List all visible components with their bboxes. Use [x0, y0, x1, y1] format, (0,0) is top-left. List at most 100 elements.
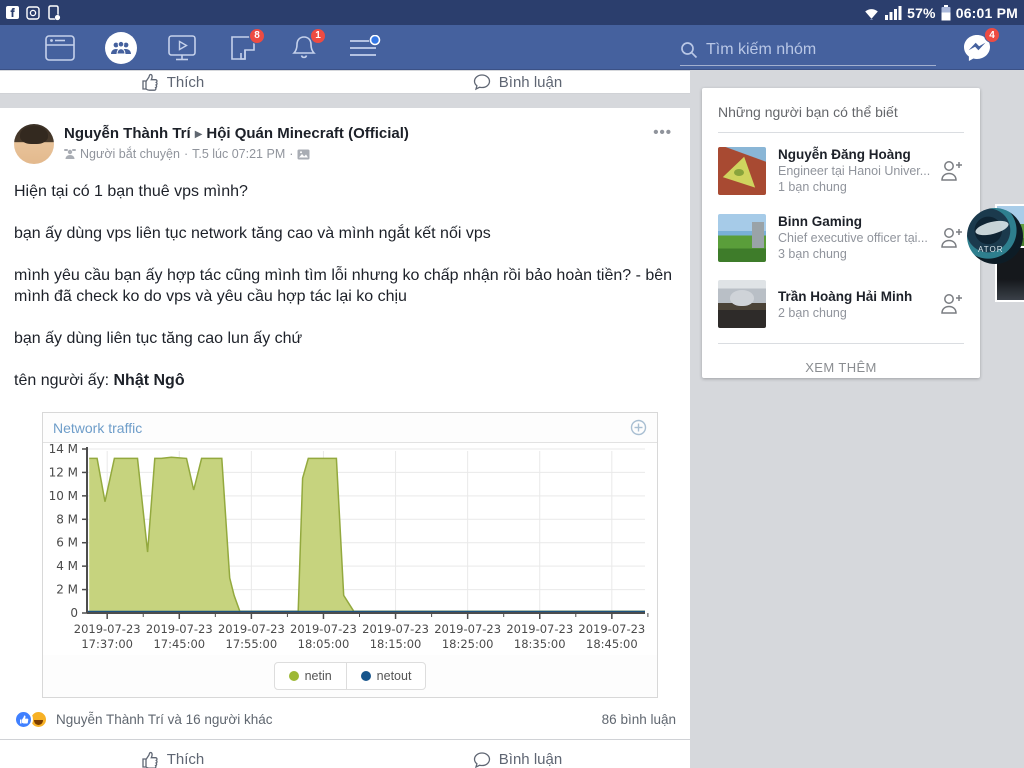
pymk-name[interactable]: Trần Hoàng Hải Minh	[778, 288, 934, 305]
svg-text:2 M: 2 M	[56, 583, 78, 597]
legend-item-netout[interactable]: netout	[345, 663, 426, 689]
post-paragraph: bạn ấy dùng liên tục tăng cao lun ấy chứ	[14, 330, 303, 347]
prev-like-button[interactable]: Thích	[0, 71, 345, 93]
svg-text:2019-07-2317:55:00: 2019-07-23 17:55:00	[218, 622, 285, 651]
photo-privacy-icon	[297, 149, 310, 160]
chart-legend: netin netout	[273, 662, 427, 690]
search-input[interactable]	[706, 40, 906, 59]
author-badge-label: Người bắt chuyện	[80, 147, 180, 161]
hamburger-menu-icon	[348, 34, 382, 61]
prev-like-label: Thích	[166, 73, 205, 91]
comment-bubble-outline-icon	[473, 73, 491, 91]
svg-text:6 M: 6 M	[56, 536, 78, 550]
feed-column: Thích Bình luận Nguyễn Thành Trí ▶ Hội Quá…	[0, 71, 690, 768]
pymk-subtitle: Engineer tại Hanoi Univer...	[778, 164, 931, 178]
pymk-name[interactable]: Binn Gaming	[778, 213, 934, 230]
svg-text:2019-07-2317:37:00: 2019-07-23 17:37:00	[74, 622, 141, 651]
screen-rotation-notification-icon	[47, 4, 61, 21]
news-feed-icon	[45, 34, 75, 61]
reaction-icons	[14, 710, 48, 729]
pymk-row[interactable]: Nguyễn Đăng Hoàng Engineer tại Hanoi Uni…	[718, 137, 964, 204]
post-title: Nguyễn Thành Trí ▶ Hội Quán Minecraft (Off…	[64, 124, 649, 144]
chart-legend-row: netin netout	[43, 655, 657, 697]
post-options-button[interactable]: •••	[649, 124, 676, 164]
prev-comment-button[interactable]: Bình luận	[345, 71, 690, 93]
screenshot-notification-icon	[26, 5, 40, 20]
post-card: Nguyễn Thành Trí ▶ Hội Quán Minecraft (Off…	[0, 108, 690, 768]
dot-separator: ·	[183, 147, 189, 161]
marketplace-badge: 8	[249, 27, 265, 44]
pymk-avatar[interactable]	[718, 146, 766, 195]
see-more-button[interactable]: XEM THÊM	[718, 348, 964, 387]
pymk-mutual-friends: 2 bạn chung	[778, 305, 847, 320]
tab-marketplace[interactable]: 8	[227, 27, 265, 64]
pymk-avatar[interactable]	[718, 213, 766, 262]
add-friend-button[interactable]	[934, 291, 964, 317]
add-friend-button[interactable]	[934, 158, 964, 184]
add-friend-button[interactable]	[934, 225, 964, 251]
pymk-row[interactable]: Binn Gaming Chief executive officer tại.…	[718, 204, 964, 271]
post-timestamp: T.5 lúc 07:21 PM	[192, 147, 286, 161]
pymk-row[interactable]: Trần Hoàng Hải Minh 2 bạn chung	[718, 271, 964, 337]
tab-groups-active[interactable]	[105, 31, 137, 64]
mentioned-person-name[interactable]: Nhật Ngô	[113, 372, 184, 389]
android-status-bar: 57% 06:01 PM	[0, 0, 1024, 25]
svg-text:12 M: 12 M	[49, 465, 78, 479]
post-paragraph: bạn ấy dùng vps liên tục network tăng ca…	[14, 225, 491, 242]
dot-separator: ·	[289, 147, 294, 161]
messenger-chat-head[interactable]	[967, 208, 1023, 264]
post-author-name[interactable]: Nguyễn Thành Trí	[64, 125, 191, 142]
post-author-avatar[interactable]	[14, 124, 54, 164]
facebook-nav-bar: 8 1 4	[0, 25, 1024, 70]
comments-count[interactable]: 86 bình luận	[602, 712, 676, 727]
pymk-name[interactable]: Nguyễn Đăng Hoàng	[778, 146, 934, 163]
facebook-notification-icon	[6, 6, 19, 19]
clock-label: 06:01 PM	[955, 4, 1018, 21]
messenger-button[interactable]: 4	[960, 27, 1000, 65]
thumbs-up-outline-icon	[141, 73, 159, 91]
add-person-icon	[941, 227, 962, 248]
group-search-field[interactable]	[680, 34, 936, 66]
groups-icon	[105, 31, 137, 64]
reaction-summary-row: Nguyễn Thành Trí và 16 người khác 86 bìn…	[0, 698, 690, 729]
add-person-icon	[941, 160, 962, 181]
post-body: Hiện tại có 1 bạn thuê vps mình? bạn ấy …	[0, 164, 690, 391]
chart-title-row: Network traffic	[43, 413, 657, 443]
post-header: Nguyễn Thành Trí ▶ Hội Quán Minecraft (Off…	[0, 108, 690, 164]
post-group-name[interactable]: Hội Quán Minecraft (Official)	[206, 125, 409, 142]
like-button[interactable]: Thích	[0, 740, 345, 768]
svg-text:2019-07-2317:45:00: 2019-07-23 17:45:00	[146, 622, 213, 651]
svg-text:2019-07-2318:35:00: 2019-07-23 18:35:00	[506, 622, 573, 651]
reactions-text[interactable]: Nguyễn Thành Trí và 16 người khác	[56, 712, 273, 727]
post-subtitle: Người bắt chuyện · T.5 lúc 07:21 PM ·	[64, 147, 649, 161]
pymk-title: Những người bạn có thể biết	[718, 104, 898, 120]
tab-news-feed[interactable]	[44, 32, 76, 64]
add-person-icon	[941, 294, 962, 314]
pymk-subtitle: Chief executive officer tại...	[778, 231, 928, 245]
messenger-badge: 4	[984, 27, 1000, 43]
tab-menu[interactable]	[349, 32, 381, 64]
previous-post-footer: Thích Bình luận	[0, 71, 690, 94]
post-paragraph: Hiện tại có 1 bạn thuê vps mình?	[14, 183, 248, 200]
pymk-avatar[interactable]	[718, 280, 766, 328]
chart-zoom-icon	[630, 419, 647, 436]
post-footer: Thích Bình luận	[0, 739, 690, 768]
legend-label: netout	[376, 669, 412, 683]
prev-comment-label: Bình luận	[498, 73, 563, 91]
chart-title: Network traffic	[53, 419, 143, 436]
watch-video-icon	[167, 34, 197, 62]
network-traffic-chart-image[interactable]: Network traffic 0 2 M 4 M 6 M 8 M 10 M 12 M 14 …	[42, 412, 658, 698]
name-prefix: tên người ấy:	[14, 372, 114, 389]
pymk-mutual-friends: 1 bạn chung	[778, 180, 847, 194]
comment-label: Bình luận	[498, 751, 563, 768]
legend-item-netin[interactable]: netin	[275, 663, 346, 689]
comment-button[interactable]: Bình luận	[345, 740, 690, 768]
divider	[718, 132, 964, 133]
battery-percent-label: 57%	[907, 4, 936, 21]
search-icon	[680, 41, 698, 59]
legend-dot-icon	[360, 671, 371, 681]
tab-notifications[interactable]: 1	[288, 27, 326, 64]
svg-text:2019-07-2318:05:00: 2019-07-23 18:05:00	[290, 622, 357, 651]
tab-watch[interactable]	[166, 32, 198, 64]
comment-bubble-outline-icon	[473, 751, 491, 768]
